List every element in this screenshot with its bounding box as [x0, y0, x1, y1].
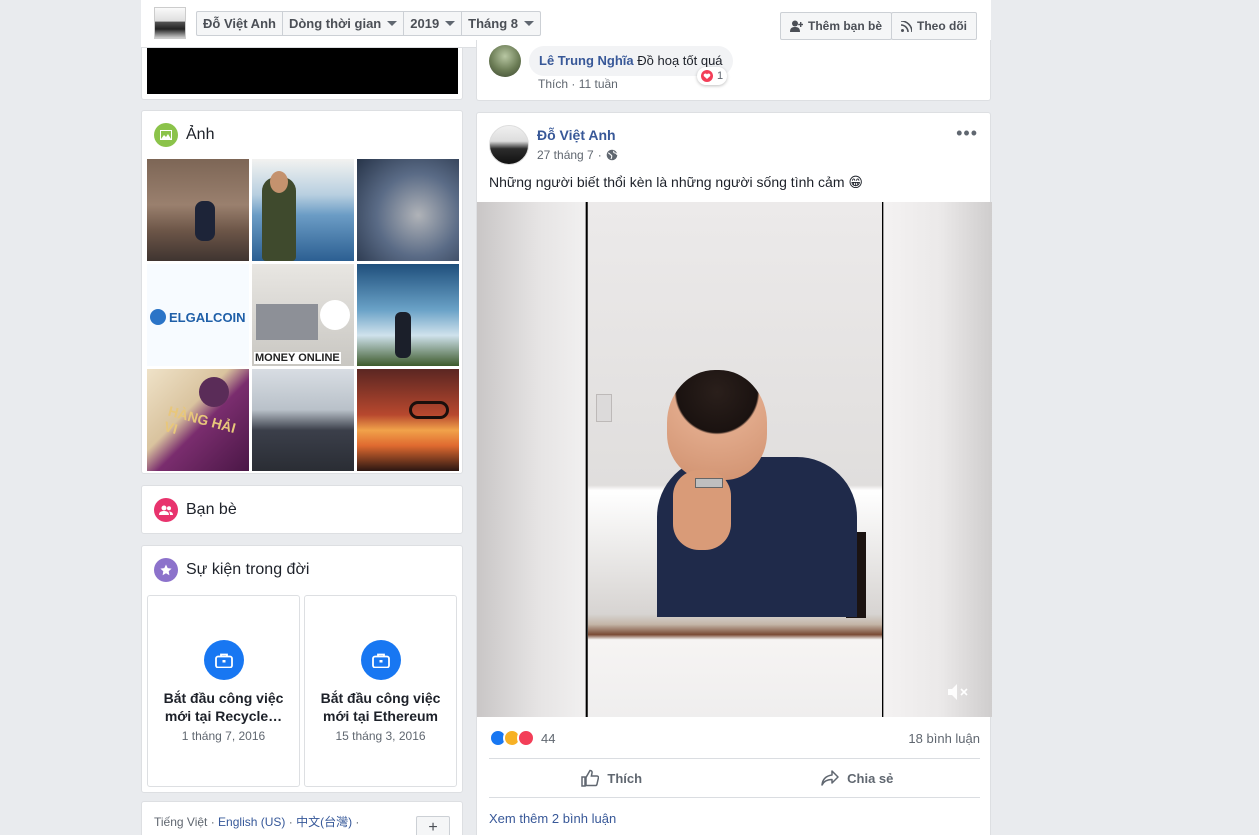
language-list: Tiếng Việt · English (US) · 中文(台灣) · — [154, 815, 360, 829]
comment-text: Đồ hoạ tốt quá — [637, 53, 723, 68]
photo-grid: ELGALCOIN MONEY ONLINE HÀNG HẢI VI — [147, 159, 459, 471]
friends-card: Bạn bè — [141, 485, 463, 534]
post-video[interactable] — [477, 202, 992, 717]
crumb-name[interactable]: Đỗ Việt Anh — [197, 12, 283, 35]
star-icon — [154, 558, 178, 582]
lang-english[interactable]: English (US) — [218, 815, 285, 829]
photo-thumb[interactable]: MONEY ONLINE — [252, 264, 354, 366]
chevron-down-icon — [445, 21, 456, 26]
comment-count[interactable]: 18 bình luận — [908, 731, 980, 746]
mute-icon[interactable] — [946, 681, 972, 703]
author-avatar[interactable] — [489, 125, 529, 165]
life-event-item[interactable]: Bắt đầu công việc mới tại Recycle… 1 thá… — [147, 595, 300, 787]
briefcase-icon — [204, 640, 244, 680]
add-friend-icon — [790, 20, 803, 32]
photo-thumb[interactable] — [147, 159, 249, 261]
follow-button[interactable]: Theo dõi — [891, 12, 977, 40]
crumb-year[interactable]: 2019 — [404, 12, 463, 35]
comment-reactions[interactable]: 1 — [697, 67, 728, 85]
commenter-avatar[interactable] — [489, 45, 521, 77]
life-events-card: Sự kiện trong đời Bắt đầu công việc mới … — [141, 545, 463, 793]
life-event-title: Bắt đầu công việc mới tại Ethereum — [320, 690, 441, 724]
comment-like-link[interactable]: Thích — [538, 77, 568, 91]
post-text: Những người biết thổi kèn là những người… — [489, 174, 863, 190]
rss-icon — [901, 20, 912, 32]
reaction-summary[interactable]: 44 — [489, 729, 555, 747]
friends-header[interactable]: Bạn bè — [154, 498, 237, 522]
add-friend-button[interactable]: Thêm bạn bè — [780, 12, 893, 40]
photo-icon — [154, 123, 178, 147]
more-options-icon[interactable]: ••• — [956, 123, 978, 144]
life-event-item[interactable]: Bắt đầu công việc mới tại Ethereum 15 th… — [304, 595, 457, 787]
previous-post-card: Lê Trung Nghĩa Đồ hoạ tốt quá 1 Thích · … — [476, 40, 991, 101]
photo-thumb[interactable]: HÀNG HẢI VI — [147, 369, 249, 471]
life-event-date: 15 tháng 3, 2016 — [335, 729, 426, 743]
friends-icon — [154, 498, 178, 522]
intro-video[interactable] — [147, 48, 458, 94]
love-reaction-icon — [517, 729, 535, 747]
intro-video-card — [141, 48, 463, 100]
life-event-date: 1 tháng 7, 2016 — [181, 729, 266, 743]
photo-thumb[interactable] — [357, 369, 459, 471]
post-stats: 44 18 bình luận — [489, 725, 980, 755]
photo-thumb[interactable] — [252, 159, 354, 261]
lang-chinese[interactable]: 中文(台灣) — [296, 815, 352, 829]
post-card: Đỗ Việt Anh 27 tháng 7 · ••• Những người… — [476, 112, 992, 835]
life-event-title: Bắt đầu công việc mới tại Recycle… — [163, 690, 284, 724]
share-button[interactable]: Chia sẻ — [735, 759, 981, 797]
view-more-comments-link[interactable]: Xem thêm 2 bình luận — [489, 811, 616, 826]
commenter-name[interactable]: Lê Trung Nghĩa — [539, 53, 634, 68]
thumbs-up-icon — [581, 769, 600, 787]
post-date[interactable]: 27 tháng 7 — [537, 148, 594, 162]
chevron-down-icon — [387, 21, 398, 26]
photos-card: Ảnh ELGALCOIN MONEY ONLINE HÀNG HẢI VI — [141, 110, 463, 474]
photos-header[interactable]: Ảnh — [154, 123, 214, 147]
reaction-count: 44 — [541, 730, 556, 746]
photo-thumb[interactable] — [357, 264, 459, 366]
life-events-header[interactable]: Sự kiện trong đời — [154, 558, 309, 582]
photo-thumb[interactable]: ELGALCOIN — [147, 264, 249, 366]
post-actions: Thích Chia sẻ — [489, 758, 980, 798]
briefcase-icon — [361, 640, 401, 680]
photo-thumb[interactable] — [357, 159, 459, 261]
post-meta: 27 tháng 7 · — [537, 148, 618, 162]
breadcrumb: Đỗ Việt Anh Dòng thời gian 2019 Tháng 8 — [196, 11, 542, 36]
heart-icon — [701, 70, 713, 82]
share-icon — [821, 770, 839, 786]
chevron-down-icon — [524, 21, 535, 26]
language-card: Tiếng Việt · English (US) · 中文(台灣) · + — [141, 801, 463, 835]
add-language-button[interactable]: + — [416, 816, 450, 835]
comment-time[interactable]: 11 tuần — [579, 77, 618, 91]
photo-thumb[interactable] — [252, 369, 354, 471]
comment-actions: Thích · 11 tuần — [538, 77, 618, 91]
globe-icon[interactable] — [606, 149, 618, 161]
post-author[interactable]: Đỗ Việt Anh — [537, 127, 616, 143]
lang-current: Tiếng Việt — [154, 815, 208, 829]
crumb-timeline[interactable]: Dòng thời gian — [283, 12, 405, 35]
profile-avatar[interactable] — [154, 7, 186, 39]
crumb-month[interactable]: Tháng 8 — [462, 12, 540, 35]
like-button[interactable]: Thích — [489, 759, 735, 797]
